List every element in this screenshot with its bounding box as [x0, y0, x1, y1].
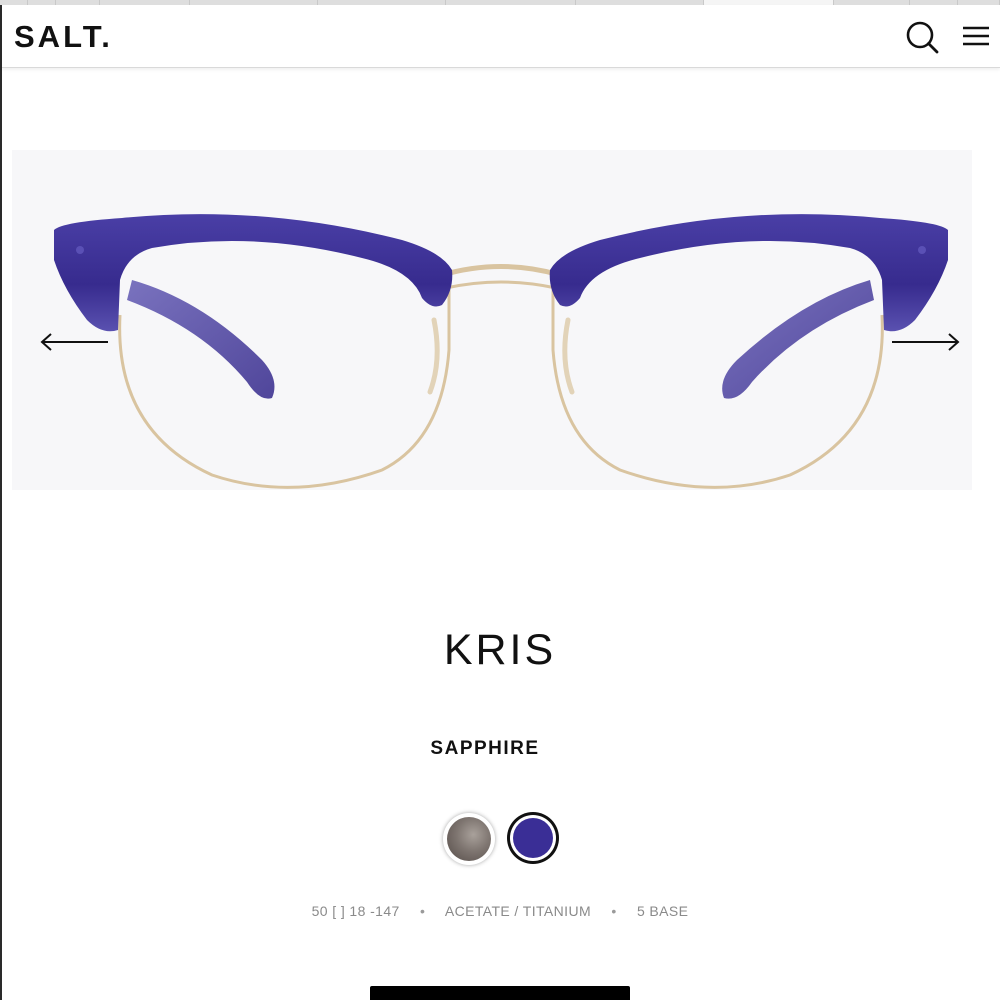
- color-swatch-sapphire[interactable]: [507, 812, 559, 864]
- swatch-fill: [447, 817, 491, 861]
- arrow-right-icon: [892, 333, 960, 351]
- primary-action-button[interactable]: [370, 986, 630, 1000]
- previous-image-button[interactable]: [38, 330, 110, 354]
- hamburger-menu-icon: [963, 26, 989, 46]
- spec-material: ACETATE / TITANIUM: [444, 903, 592, 919]
- search-button[interactable]: [904, 19, 940, 55]
- search-icon: [906, 21, 939, 54]
- brand-logo[interactable]: SALT.: [14, 19, 113, 55]
- color-swatch-grey[interactable]: [443, 813, 495, 865]
- product-specs: 50 [ ] 18 -147 • ACETATE / TITANIUM • 5 …: [0, 903, 1000, 919]
- spec-size: 50 [ ] 18 -147: [311, 903, 400, 919]
- next-image-button[interactable]: [890, 330, 962, 354]
- selected-color-name: SAPPHIRE: [430, 738, 540, 759]
- swatch-fill: [513, 818, 553, 858]
- site-header: SALT.: [2, 5, 1000, 68]
- eyeglasses-product-image: [2, 130, 1000, 530]
- arrow-left-icon: [40, 333, 108, 351]
- spec-separator: •: [420, 903, 426, 919]
- menu-button[interactable]: [960, 23, 992, 51]
- spec-base: 5 BASE: [636, 903, 689, 919]
- product-title: KRIS: [443, 626, 557, 674]
- spec-separator: •: [611, 903, 617, 919]
- swatch-ring: [510, 815, 556, 861]
